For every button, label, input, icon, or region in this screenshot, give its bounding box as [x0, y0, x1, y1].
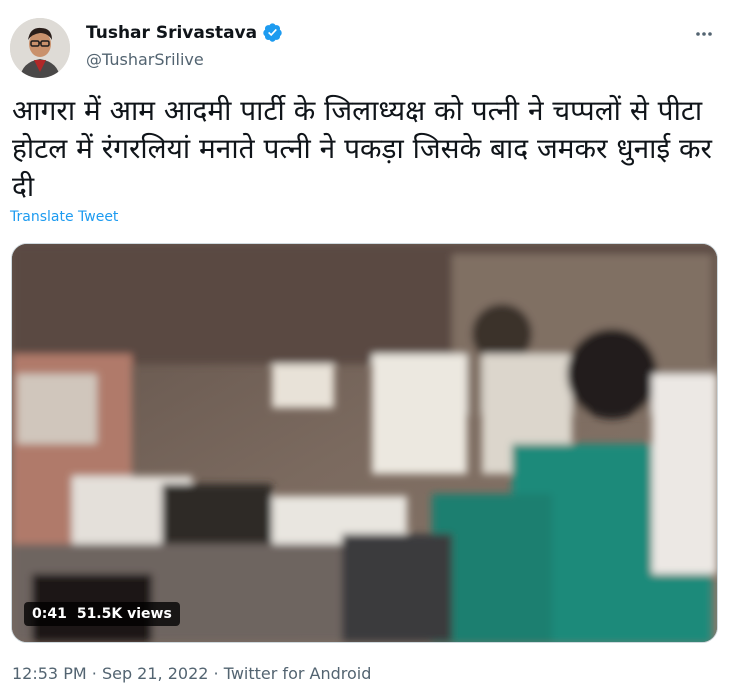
tweet-date[interactable]: Sep 21, 2022: [102, 664, 209, 683]
tweet-card: Tushar Srivastava @TusharSrilive आगरा मे…: [0, 0, 736, 689]
user-name-text[interactable]: Tushar Srivastava: [86, 23, 257, 43]
user-handle[interactable]: @TusharSrilive: [86, 50, 204, 69]
video-views: 51.5K views: [76, 606, 172, 622]
verified-badge-icon: [263, 23, 282, 42]
user-name[interactable]: Tushar Srivastava: [86, 22, 283, 43]
video-duration: 0:41: [32, 606, 67, 622]
tweet-text: आगरा में आम आदमी पार्टी के जिलाध्यक्ष को…: [12, 94, 712, 203]
more-dots-icon: [696, 32, 712, 36]
avatar[interactable]: [10, 18, 70, 78]
meta-separator-2: ·: [213, 664, 219, 683]
tweet-source[interactable]: Twitter for Android: [224, 664, 372, 683]
video-info-badge: 0:41 51.5K views: [24, 602, 180, 626]
translate-tweet-link[interactable]: Translate Tweet: [10, 209, 118, 225]
tweet-meta: 12:53 PM · Sep 21, 2022 · Twitter for An…: [12, 664, 371, 683]
video-thumbnail[interactable]: [12, 244, 717, 642]
tweet-time[interactable]: 12:53 PM: [12, 664, 87, 683]
video-player[interactable]: [11, 243, 718, 643]
more-options-button[interactable]: [692, 22, 716, 46]
meta-separator-1: ·: [91, 664, 97, 683]
